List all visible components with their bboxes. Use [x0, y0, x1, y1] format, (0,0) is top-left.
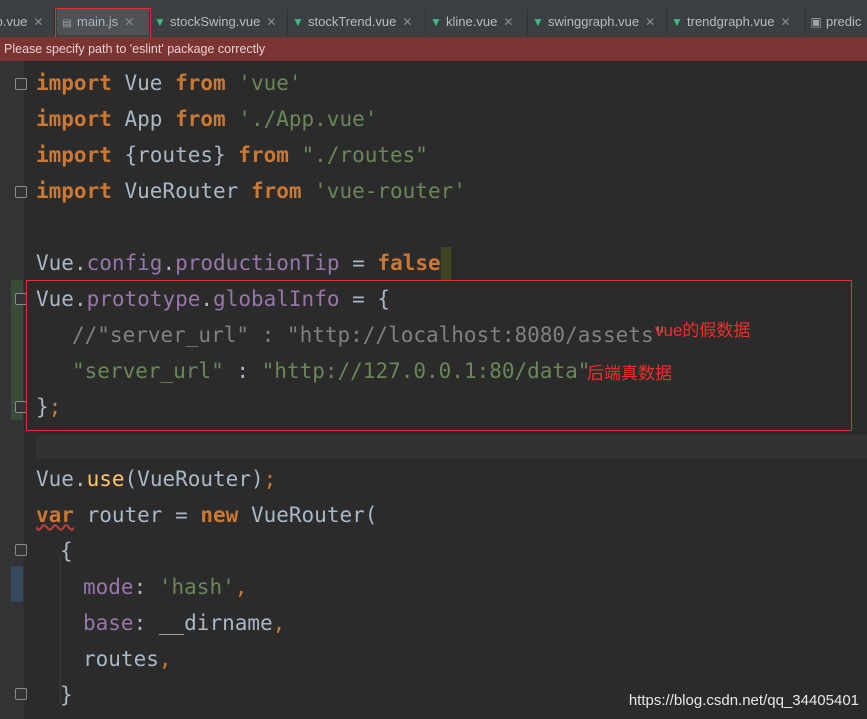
active-tab-highlight-box — [55, 8, 151, 37]
tab-label: fo.vue — [0, 14, 28, 29]
vue-file-icon: ▼ — [292, 15, 304, 29]
tab-kline-vue[interactable]: ▼ kline.vue ✕ — [426, 9, 528, 35]
caret-highlight — [440, 247, 451, 281]
vue-file-icon: ▼ — [532, 15, 544, 29]
banner-text: Please specify path to 'eslint' package … — [4, 42, 266, 56]
file-icon: ▣ — [810, 15, 822, 29]
line-separator — [36, 435, 867, 459]
tab-stocktrend-vue[interactable]: ▼ stockTrend.vue ✕ — [288, 9, 426, 35]
fold-icon[interactable] — [15, 78, 27, 90]
close-icon[interactable]: ✕ — [402, 15, 412, 29]
vcs-modified-marker — [11, 566, 23, 602]
editor-tab-bar: fo.vue✕ ▤main.js✕ ▼stockSwing.vue✕ ▼stoc… — [0, 0, 867, 37]
code-line-17: routes, — [83, 647, 172, 671]
code-line-12: Vue.use(VueRouter); — [36, 467, 277, 491]
tab-swinggraph-vue[interactable]: ▼ swinggraph.vue ✕ — [528, 9, 667, 35]
annotation-highlight-box — [26, 280, 852, 431]
code-line-3: import {routes} from "./routes" — [36, 143, 428, 167]
code-line-13: var router = new VueRouter( — [36, 503, 378, 527]
tab-predic[interactable]: ▣ predic — [806, 9, 867, 35]
code-line-1: import Vue from 'vue' — [36, 71, 302, 95]
tab-label: stockTrend.vue — [308, 14, 397, 29]
eslint-warning-banner[interactable]: Please specify path to 'eslint' package … — [0, 37, 867, 61]
fold-icon[interactable] — [15, 688, 27, 700]
code-editor[interactable]: import Vue from 'vue' import App from '.… — [0, 61, 867, 719]
close-icon[interactable]: ✕ — [266, 15, 276, 29]
vue-file-icon: ▼ — [154, 15, 166, 29]
tab-info-vue[interactable]: fo.vue ✕ — [0, 9, 55, 35]
vue-file-icon: ▼ — [671, 15, 683, 29]
tab-stockswing-vue[interactable]: ▼ stockSwing.vue ✕ — [150, 9, 288, 35]
tab-trendgraph-vue[interactable]: ▼ trendgraph.vue ✕ — [667, 9, 806, 35]
vue-file-icon: ▼ — [430, 15, 442, 29]
code-line-15: mode: 'hash', — [83, 575, 248, 599]
code-line-14: { — [60, 539, 73, 563]
fold-icon[interactable] — [15, 544, 27, 556]
tab-label: trendgraph.vue — [687, 14, 775, 29]
tab-label: stockSwing.vue — [170, 14, 261, 29]
tab-label: kline.vue — [446, 14, 498, 29]
code-line-2: import App from './App.vue' — [36, 107, 378, 131]
close-icon[interactable]: ✕ — [503, 15, 513, 29]
code-line-16: base: __dirname, — [83, 611, 286, 635]
close-icon[interactable]: ✕ — [33, 15, 43, 29]
close-icon[interactable]: ✕ — [645, 15, 655, 29]
annotation-fake-data: vue的假数据 — [655, 321, 751, 340]
fold-icon[interactable] — [15, 186, 27, 198]
code-line-18: } — [60, 683, 73, 707]
annotation-real-data: 后端真数据 — [587, 364, 672, 383]
tab-label: swinggraph.vue — [548, 14, 640, 29]
tab-label: predic — [826, 14, 862, 29]
watermark: https://blog.csdn.net/qq_34405401 — [628, 692, 859, 709]
code-line-6: Vue.config.productionTip = false — [36, 245, 451, 281]
code-line-4: import VueRouter from 'vue-router' — [36, 179, 466, 203]
close-icon[interactable]: ✕ — [780, 15, 790, 29]
